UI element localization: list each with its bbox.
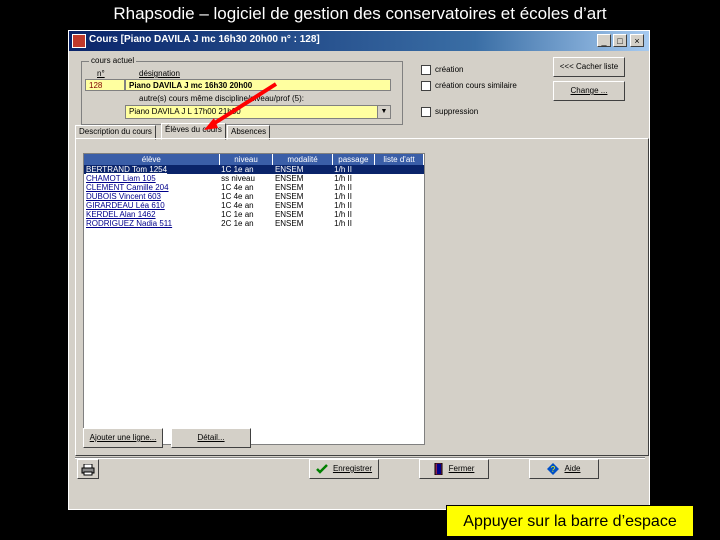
annotation-arrow [204,82,278,130]
arrow-head-icon [204,118,218,130]
instruction-banner: Appuyer sur la barre d’espace [446,505,694,537]
